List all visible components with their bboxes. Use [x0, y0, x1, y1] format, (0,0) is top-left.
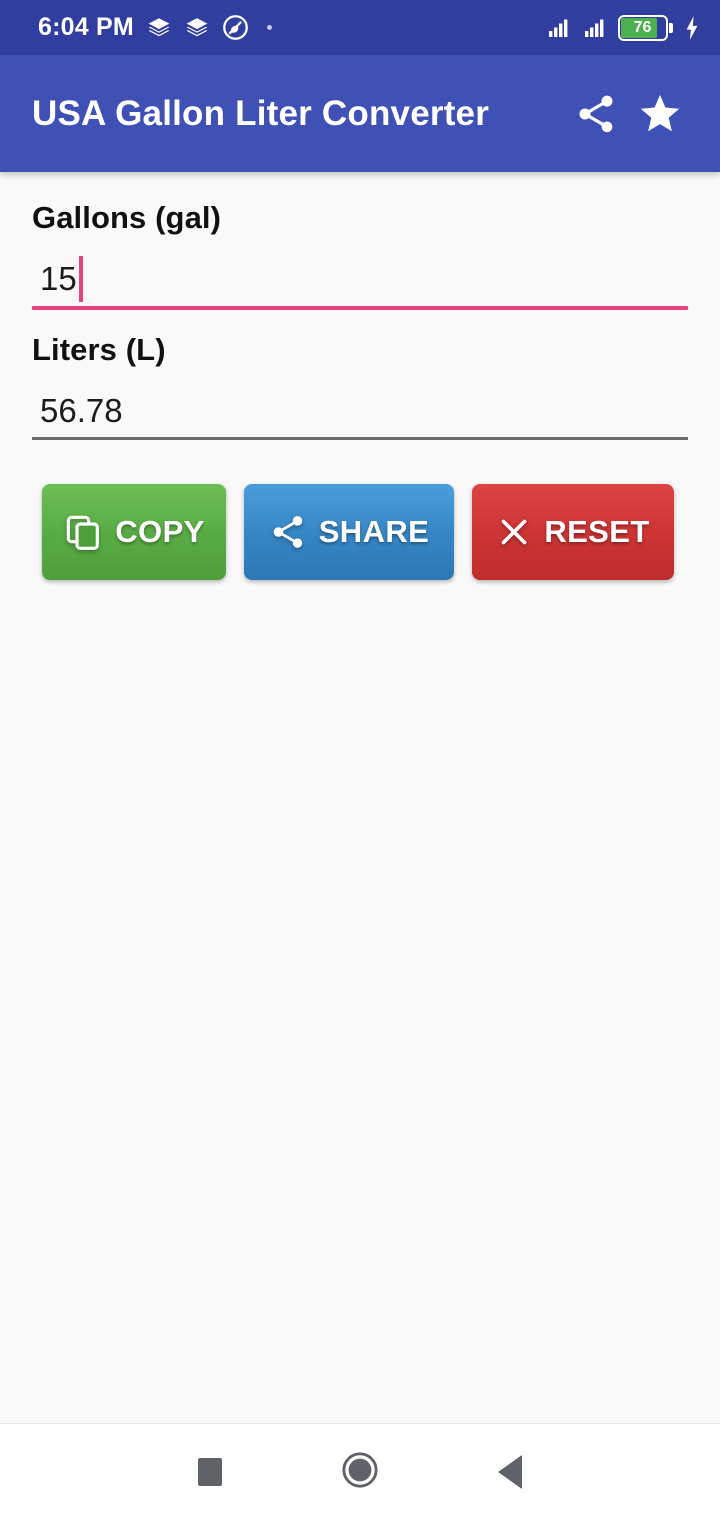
liters-field-group: Liters (L) 56.78 — [32, 332, 688, 441]
liters-underline — [32, 437, 688, 441]
copy-icon — [63, 512, 103, 552]
layers-icon — [146, 15, 172, 41]
layers-icon — [184, 15, 210, 41]
share-button-label: SHARE — [318, 514, 430, 550]
gallons-input[interactable]: 15 — [32, 252, 688, 310]
dot-indicator-icon — [266, 25, 272, 30]
circle-home-icon — [341, 1451, 379, 1494]
status-bar-right: 76 — [546, 14, 703, 41]
share-button[interactable]: SHARE — [244, 484, 454, 581]
home-button[interactable] — [285, 1424, 435, 1520]
copy-button-label: COPY — [115, 514, 205, 550]
status-bar-clock: 6:04 PM — [38, 13, 134, 41]
adblock-circle-icon — [222, 14, 249, 41]
square-recents-icon — [198, 1458, 222, 1486]
triangle-back-icon — [498, 1455, 522, 1489]
share-icon — [269, 513, 307, 551]
liters-value: 56.78 — [40, 391, 123, 429]
battery-indicator: 76 — [617, 14, 673, 41]
app-bar: USA Gallon Liter Converter — [0, 55, 720, 172]
liters-input[interactable]: 56.78 — [32, 383, 688, 441]
gallons-value-row[interactable]: 15 — [32, 252, 688, 306]
status-bar-left: 6:04 PM — [38, 14, 546, 41]
liters-value-row[interactable]: 56.78 — [32, 383, 688, 437]
reset-button-label: RESET — [544, 514, 650, 550]
system-nav-bar — [0, 1423, 720, 1520]
recents-button[interactable] — [135, 1424, 285, 1520]
close-x-icon — [496, 514, 532, 550]
star-icon[interactable] — [628, 82, 692, 146]
main-content: Gallons (gal) 15 Liters (L) 56.78 COPY S… — [0, 172, 720, 1423]
back-button[interactable] — [435, 1424, 585, 1520]
share-icon[interactable] — [564, 82, 628, 146]
signal-bars-icon — [582, 16, 609, 40]
gallons-field-group: Gallons (gal) 15 — [32, 200, 688, 310]
gallons-underline — [32, 305, 688, 310]
copy-button[interactable]: COPY — [42, 484, 226, 581]
battery-percent-label: 76 — [633, 18, 652, 36]
action-button-row: COPY SHARE RESET — [32, 484, 688, 581]
battery-body: 76 — [617, 14, 668, 41]
signal-bars-icon — [546, 16, 573, 40]
battery-cap — [669, 22, 673, 33]
phone-screen: 6:04 PM 76 USA Gallon Liter Converter Ga… — [0, 0, 720, 1520]
text-caret — [78, 255, 83, 302]
liters-label: Liters (L) — [32, 331, 166, 367]
gallons-value: 15 — [40, 260, 77, 298]
status-bar: 6:04 PM 76 — [0, 0, 720, 55]
reset-button[interactable]: RESET — [472, 484, 674, 581]
page-title: USA Gallon Liter Converter — [32, 93, 490, 133]
gallons-label: Gallons (gal) — [32, 200, 222, 235]
lightning-bolt-icon — [682, 15, 702, 41]
